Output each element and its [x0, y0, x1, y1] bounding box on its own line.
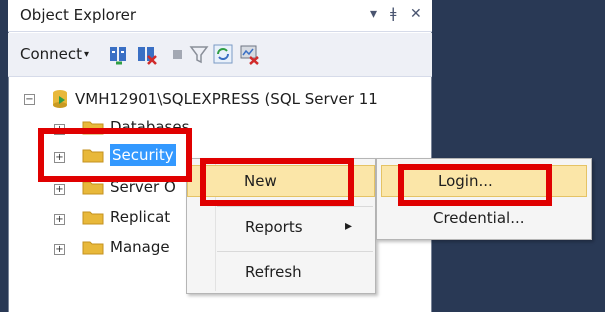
object-explorer-titlebar: Object Explorer ▾ ǂ ✕	[8, 0, 432, 32]
collapse-icon[interactable]: −	[24, 94, 35, 105]
filter-icon[interactable]	[188, 43, 210, 65]
folder-icon	[82, 181, 104, 195]
stop-icon[interactable]	[166, 43, 188, 65]
menu-item-new[interactable]: New	[187, 165, 375, 197]
new-submenu: Login... Credential...	[376, 158, 592, 240]
expand-icon[interactable]: +	[54, 152, 65, 163]
context-menu: New Reports ▸ Refresh	[186, 158, 376, 294]
menu-separator	[217, 251, 373, 252]
expand-icon[interactable]: +	[54, 124, 65, 135]
submenu-arrow-icon: ▸	[345, 218, 353, 234]
expand-icon[interactable]: +	[54, 184, 65, 195]
folder-icon	[82, 149, 104, 163]
close-icon[interactable]: ✕	[410, 6, 422, 22]
connect-object-explorer-icon[interactable]	[108, 43, 130, 65]
tree-node-databases[interactable]: + Databases	[48, 116, 428, 142]
folder-icon	[82, 241, 104, 255]
menu-item-credential[interactable]: Credential...	[377, 203, 591, 235]
connect-button[interactable]: Connect ▾	[20, 45, 89, 63]
auto-hide-pin-icon[interactable]: ǂ	[390, 6, 396, 22]
tree-node-label: Manage	[110, 238, 170, 256]
window-position-dropdown-icon[interactable]: ▾	[370, 6, 377, 22]
menu-item-label: Credential...	[433, 209, 525, 227]
object-explorer-toolbar: Connect ▾	[8, 33, 432, 77]
menu-item-label: Reports	[245, 218, 303, 236]
activity-monitor-icon[interactable]	[238, 43, 260, 65]
menu-item-label: New	[244, 172, 277, 190]
menu-item-refresh[interactable]: Refresh	[187, 257, 375, 289]
tree-node-label: Replicat	[110, 208, 171, 226]
menu-separator	[217, 206, 373, 207]
menu-item-reports[interactable]: Reports ▸	[187, 212, 375, 244]
connect-label: Connect	[20, 45, 83, 63]
server-icon	[53, 90, 67, 108]
refresh-icon[interactable]	[212, 43, 234, 65]
menu-item-label: Login...	[438, 172, 493, 190]
connect-dropdown-icon: ▾	[84, 49, 90, 60]
folder-icon	[82, 211, 104, 225]
server-name-label: VMH12901\SQLEXPRESS (SQL Server 11	[75, 90, 378, 108]
menu-item-label: Refresh	[245, 263, 302, 281]
disconnect-icon[interactable]	[136, 43, 158, 65]
tree-node-label: Databases	[110, 118, 190, 136]
tree-root-server[interactable]: − VMH12901\SQLEXPRESS (SQL Server 11	[20, 88, 430, 114]
tree-node-label-selected: Security	[110, 144, 176, 166]
panel-title: Object Explorer	[20, 6, 137, 24]
tree-node-label: Server O	[110, 178, 176, 196]
menu-item-login[interactable]: Login...	[381, 165, 587, 197]
folder-icon	[82, 121, 104, 135]
expand-icon[interactable]: +	[54, 244, 65, 255]
expand-icon[interactable]: +	[54, 214, 65, 225]
